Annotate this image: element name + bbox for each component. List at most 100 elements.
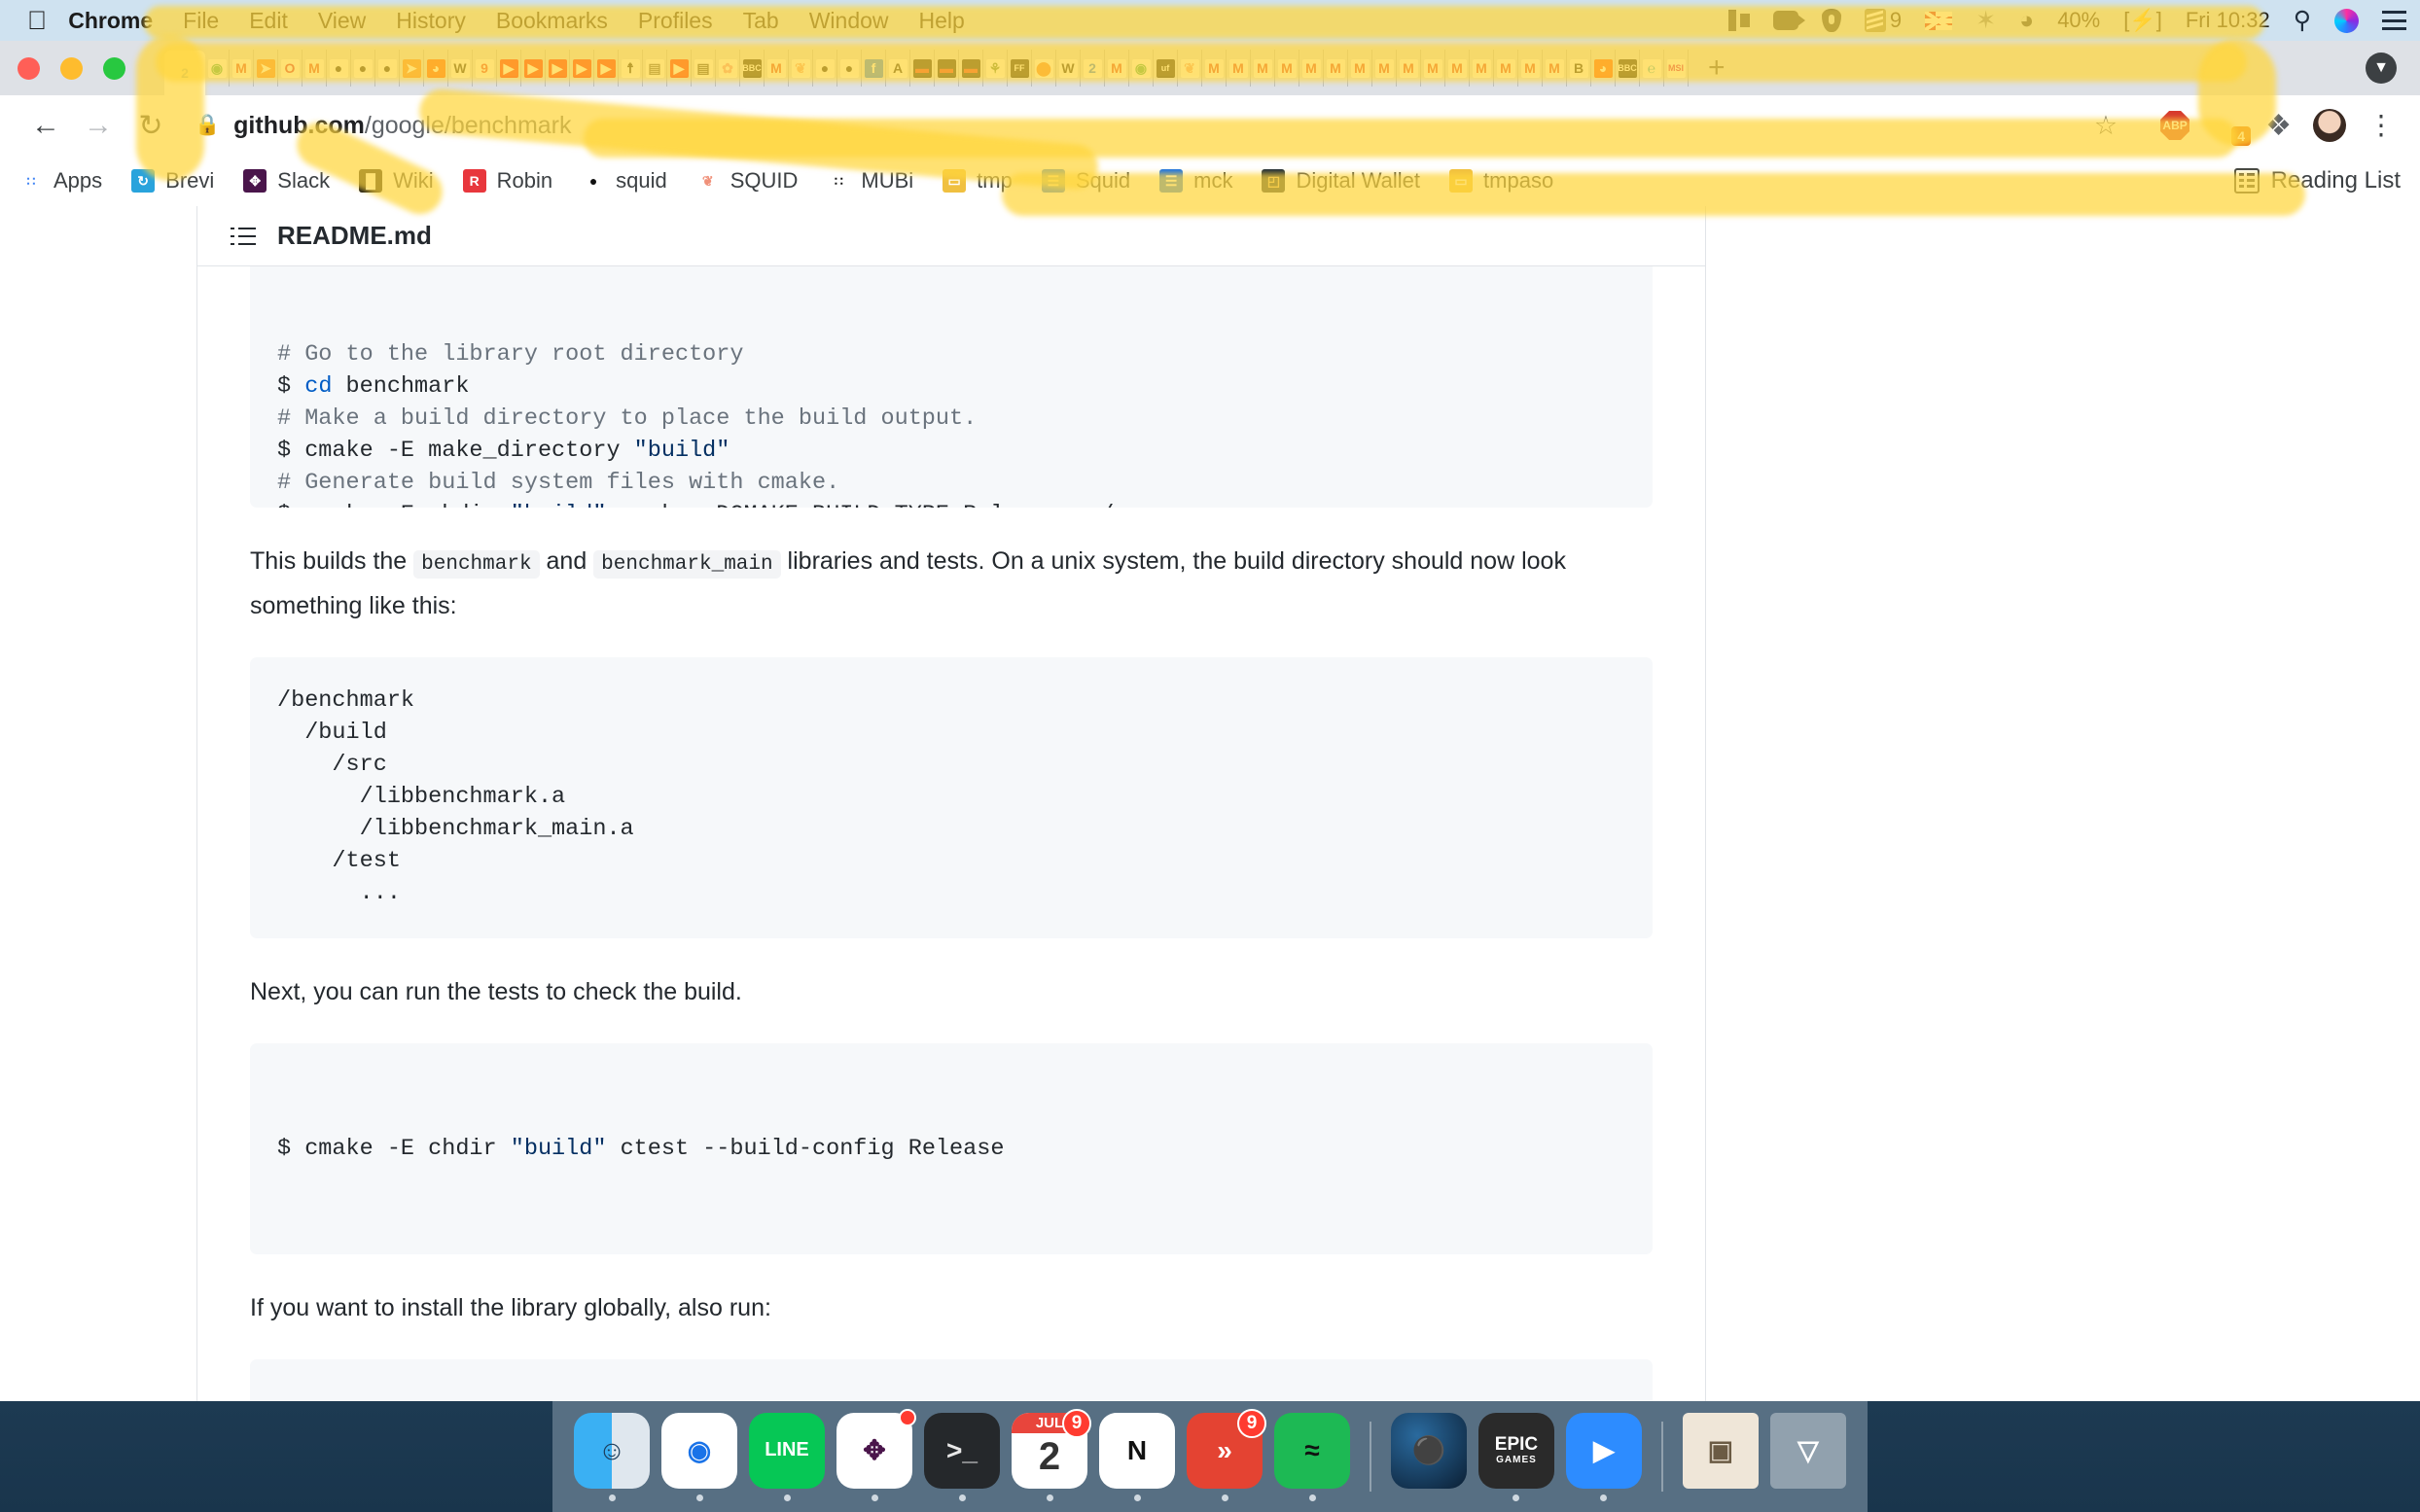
tab-japanese-site[interactable]: ☨ (619, 50, 643, 87)
tab-msi[interactable]: MSI (1664, 50, 1689, 87)
minimize-window-button[interactable] (60, 56, 83, 80)
address-bar[interactable]: 🔒 github.com/google/benchmark (177, 105, 2073, 146)
menu-item-tab[interactable]: Tab (743, 8, 779, 34)
tab-reddit[interactable]: ◕ (1591, 50, 1616, 87)
bookmark-mubi[interactable]: ∷ MUBi (827, 168, 913, 193)
shield-icon[interactable] (1821, 9, 1841, 32)
maximize-window-button[interactable] (103, 56, 125, 80)
forward-button[interactable]: → (72, 109, 125, 142)
tab-youtube[interactable]: ▶ (570, 50, 594, 87)
bookmark-brevi[interactable]: ↻ Brevi (131, 168, 214, 193)
tab-search-chevron-down-icon[interactable]: ▼ (2366, 53, 2397, 84)
bookmark-digital-wallet[interactable]: ◰ Digital Wallet (1262, 168, 1420, 193)
tab-teal-e[interactable]: ℮ (1640, 50, 1664, 87)
tab-gmail[interactable]: M (765, 50, 789, 87)
chrome-menu-icon[interactable]: ⋮ (2367, 111, 2401, 138)
battery-percentage[interactable]: 40% (2057, 8, 2100, 33)
dock-item-slack[interactable]: ✥ (831, 1408, 918, 1501)
tab-gmail[interactable]: M (230, 50, 254, 87)
siri-icon[interactable] (2334, 8, 2359, 33)
tab-uffizi[interactable]: uf (1154, 50, 1178, 87)
tab-google-maps[interactable]: ◉ (205, 50, 230, 87)
bookmark-squid[interactable]: ☰ Squid (1041, 168, 1130, 193)
tab-gmail[interactable]: M (1397, 50, 1421, 87)
tab-gmail[interactable]: M (1227, 50, 1251, 87)
dock-item-chrome[interactable]: ◉ (656, 1412, 743, 1501)
close-window-button[interactable] (18, 56, 40, 80)
tab-black-red-site[interactable]: ▬ (935, 50, 959, 87)
tab-facebook[interactable]: f (862, 50, 886, 87)
dock-item-notion[interactable]: N (1093, 1412, 1181, 1501)
menu-item-bookmarks[interactable]: Bookmarks (496, 8, 608, 34)
tab-youtube[interactable]: ▶ (497, 50, 521, 87)
tab-youtube[interactable]: ▶ (546, 50, 570, 87)
todoist-status-item[interactable]: 9 (1864, 8, 1902, 33)
tab-google-calendar[interactable]: 2 (1081, 50, 1105, 87)
wifi-icon[interactable]: ◕ (2019, 7, 2034, 35)
list-bullet-icon[interactable] (231, 227, 256, 246)
dock-item-file-stack[interactable]: ▣ (1677, 1412, 1764, 1501)
tab-gmail[interactable]: M (1543, 50, 1567, 87)
tab-gmail[interactable]: M (302, 50, 327, 87)
bookmark-squid[interactable]: ● squid (582, 168, 667, 193)
tab-pastel-site[interactable]: ✿ (716, 50, 740, 87)
reading-list-button[interactable]: Reading List (2233, 167, 2401, 194)
bookmark-wiki[interactable]: █ Wiki (359, 168, 434, 193)
menu-item-help[interactable]: Help (919, 8, 965, 34)
profile-avatar[interactable] (2313, 109, 2346, 142)
tab-wikipedia[interactable]: W (1056, 50, 1081, 87)
control-center-icon[interactable] (2382, 11, 2406, 30)
tab-bbc[interactable]: BBC (1616, 50, 1640, 87)
tab-ff-site[interactable]: FF (1008, 50, 1032, 87)
bookmark-slack[interactable]: ✥ Slack (243, 168, 330, 193)
dock-item-zoom[interactable]: ▶ (1560, 1412, 1648, 1501)
bookmark-tmp[interactable]: ▭ tmp (943, 168, 1013, 193)
bookmark-mck[interactable]: ☰ mck (1159, 168, 1232, 193)
tab-gmail[interactable]: M (1105, 50, 1129, 87)
dock-item-terminal[interactable]: >_ (918, 1412, 1006, 1501)
tab-opera[interactable]: O (278, 50, 302, 87)
uk-flag-icon[interactable] (1925, 11, 1953, 30)
bookmark-squid[interactable]: ❦ SQUID (695, 168, 798, 193)
menu-item-edit[interactable]: Edit (249, 8, 288, 34)
tab-gmail[interactable]: M (1202, 50, 1227, 87)
tab-plant-site[interactable]: ⚘ (983, 50, 1008, 87)
tab-gmail[interactable]: M (1299, 50, 1324, 87)
tab-gmail[interactable]: M (1518, 50, 1543, 87)
tab-wikipedia[interactable]: W (448, 50, 473, 87)
tab-bbc[interactable]: BBC (740, 50, 765, 87)
tab-google-maps[interactable]: ◉ (1129, 50, 1154, 87)
tab-gmail[interactable]: M (1275, 50, 1299, 87)
extensions-puzzle-icon[interactable]: ❖ (2265, 109, 2292, 143)
back-button[interactable]: ← (19, 109, 72, 142)
bookmark-tmpaso[interactable]: ▭ tmpaso (1449, 168, 1553, 193)
dock-item-todoist[interactable]: 9» (1181, 1408, 1268, 1501)
tab-gmail[interactable]: M (1348, 50, 1372, 87)
tab-orange-send[interactable]: ➤ (254, 50, 278, 87)
tab-dark-avatar[interactable]: ● (375, 50, 400, 87)
tab-youtube[interactable]: ▶ (594, 50, 619, 87)
tab-bold-b[interactable]: B (1567, 50, 1591, 87)
tab-adobe-acrobat[interactable]: A (886, 50, 910, 87)
tab-gmail[interactable]: M (1372, 50, 1397, 87)
tab-reddit[interactable]: ◕ (424, 50, 448, 87)
menu-item-profiles[interactable]: Profiles (638, 8, 713, 34)
tab-dark-avatar[interactable]: ● (813, 50, 837, 87)
dock-item-steam[interactable]: ⚫ (1385, 1412, 1473, 1501)
tab-google-calendar[interactable]: 2 (164, 51, 205, 95)
tab-black-red-site[interactable]: ▬ (959, 50, 983, 87)
menu-item-history[interactable]: History (396, 8, 466, 34)
video-camera-icon[interactable] (1772, 11, 1805, 30)
bluetooth-icon[interactable]: ✶ (1975, 6, 1996, 35)
tab-gmail[interactable]: M (1494, 50, 1518, 87)
reload-button[interactable]: ↻ (125, 109, 177, 143)
tab-youtube[interactable]: ▶ (667, 50, 692, 87)
tab-gmail[interactable]: M (1421, 50, 1445, 87)
tab-gmail[interactable]: M (1445, 50, 1470, 87)
gmail-extension-icon[interactable]: 4 (2211, 113, 2252, 146)
menu-item-view[interactable]: View (318, 8, 366, 34)
bookmark-robin[interactable]: R Robin (462, 168, 552, 193)
tab-gmail[interactable]: M (1470, 50, 1494, 87)
split-view-icon[interactable] (1727, 10, 1750, 31)
dock-item-spotify[interactable]: ≈ (1268, 1412, 1356, 1501)
